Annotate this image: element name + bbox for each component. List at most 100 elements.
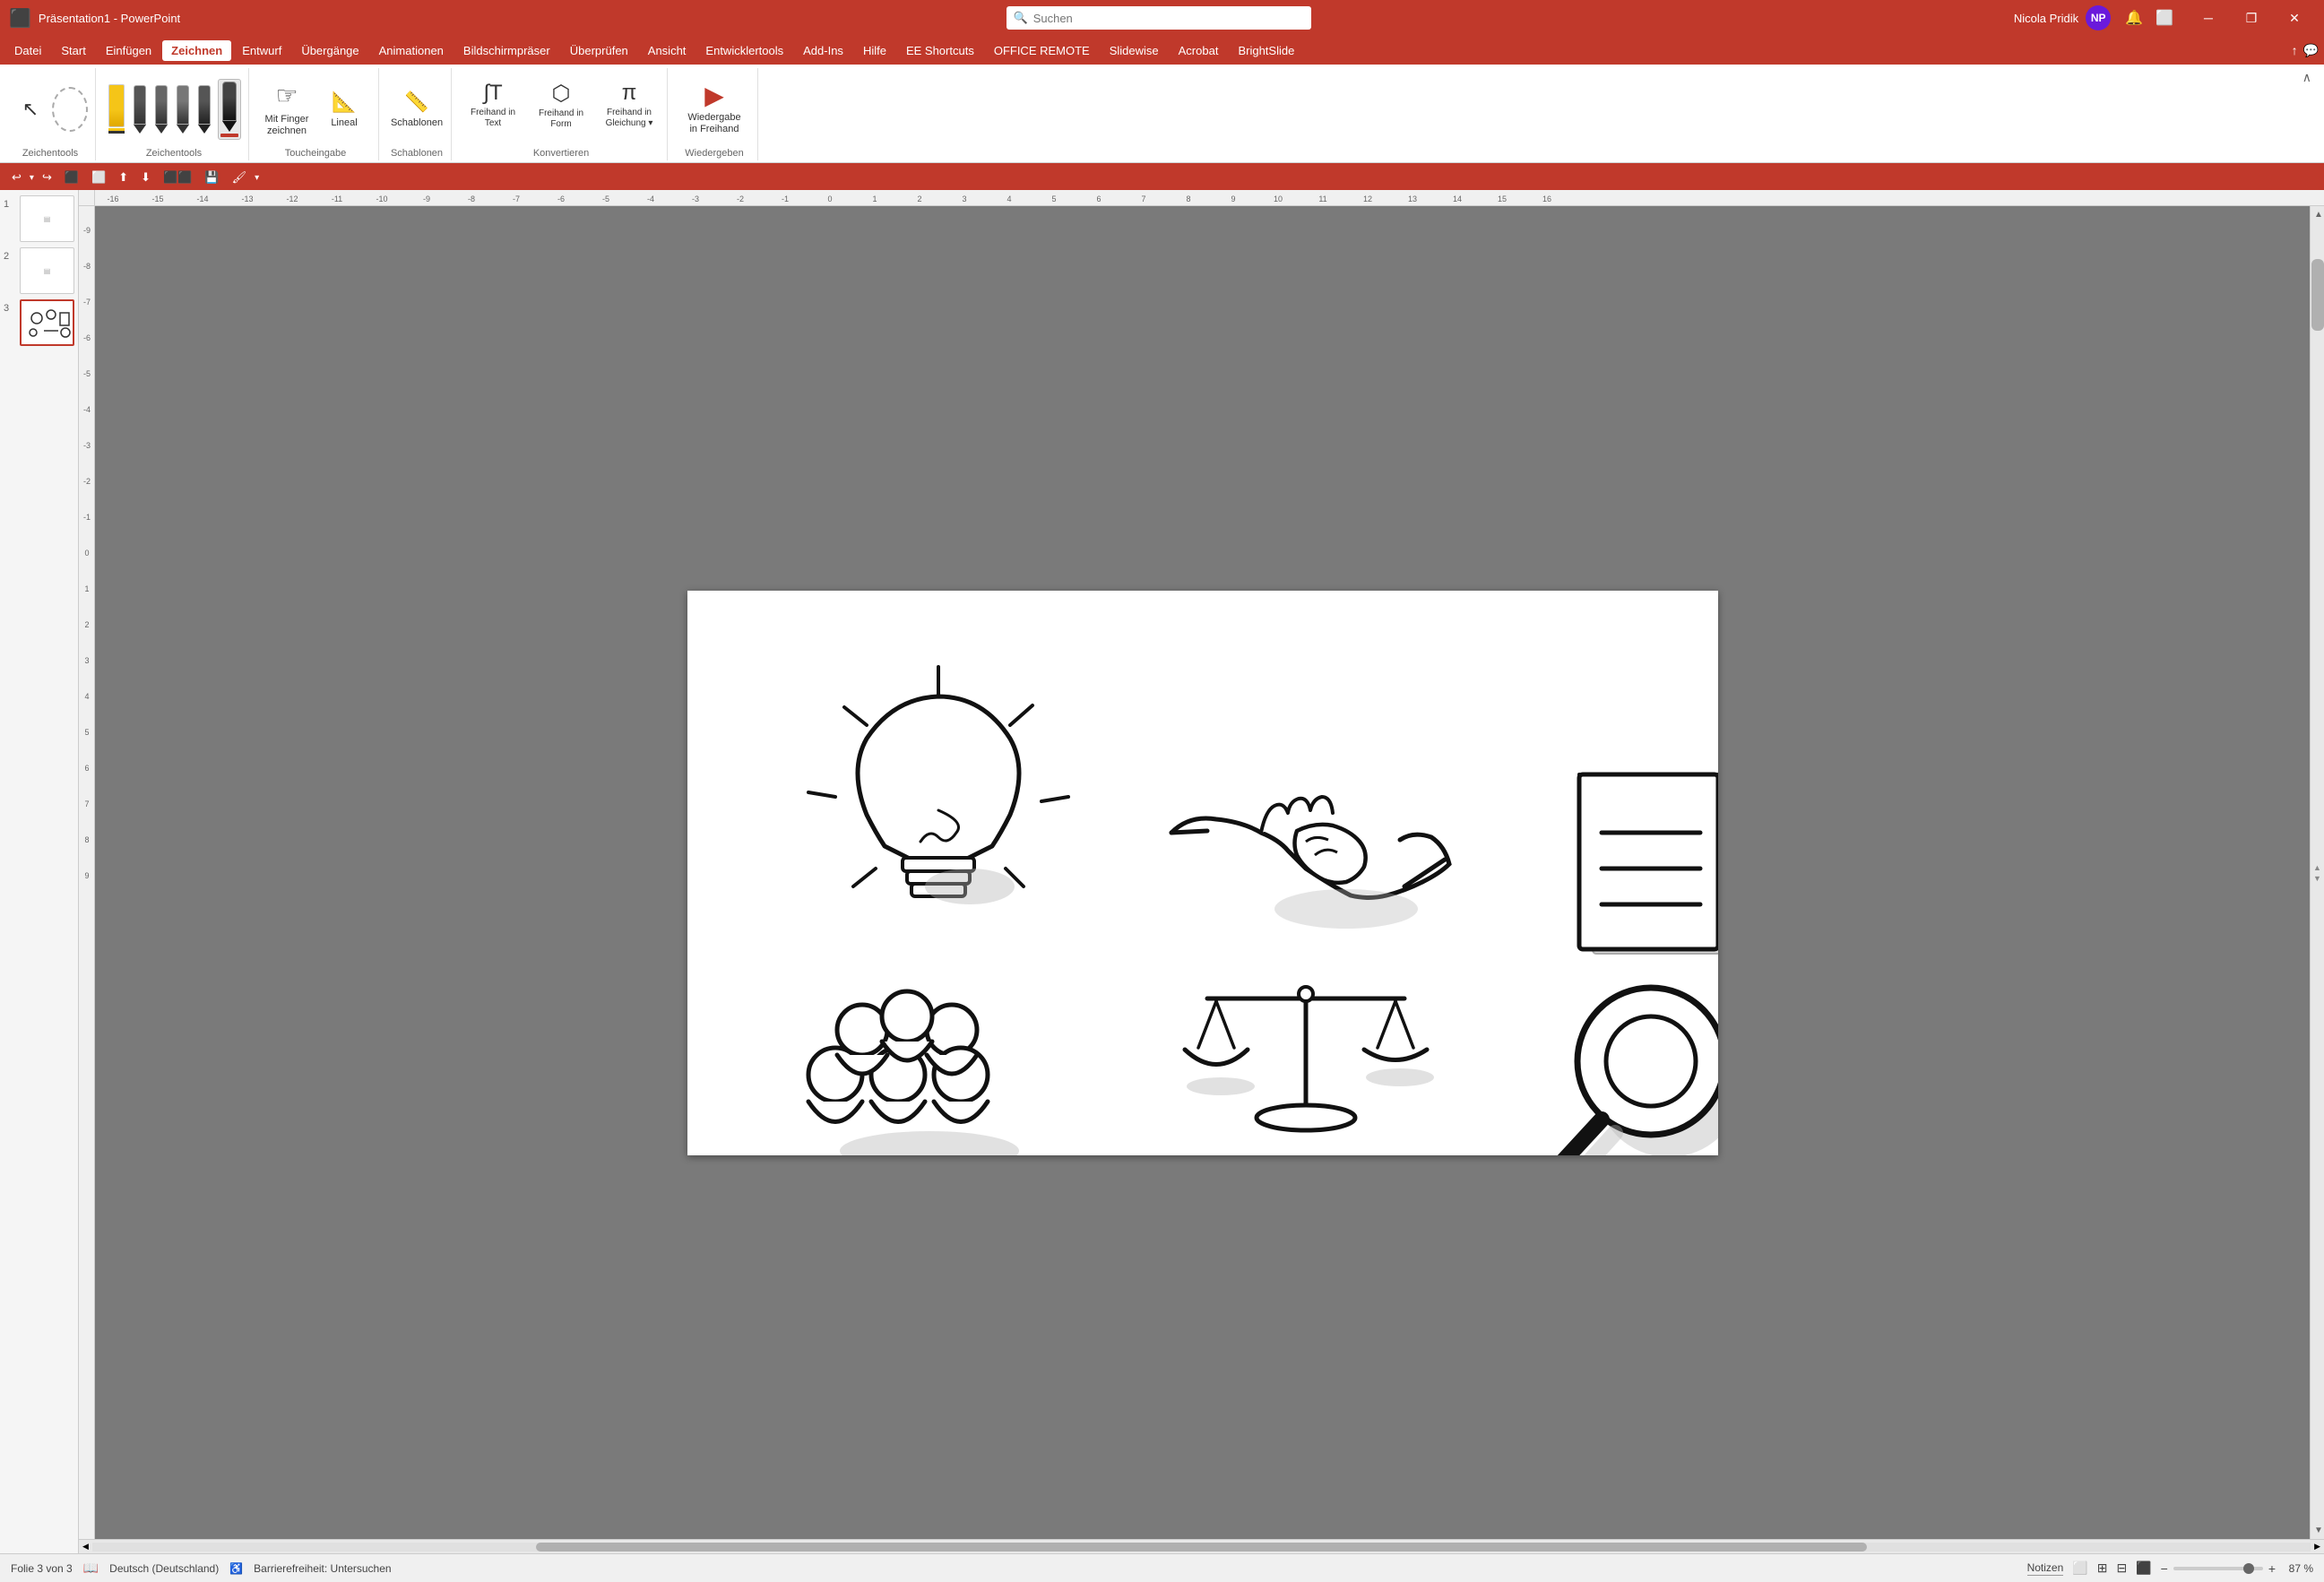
pen-black-3[interactable] xyxy=(175,83,191,135)
menu-uebergaenge[interactable]: Übergänge xyxy=(292,40,367,61)
notifications-icon[interactable]: 🔔 xyxy=(2121,5,2147,30)
slideshow-icon[interactable]: ⬛ xyxy=(2136,1560,2151,1576)
horizontal-scrollbar[interactable]: ◀ ▶ xyxy=(79,1539,2324,1553)
minimize-button[interactable]: ─ xyxy=(2188,4,2229,31)
menu-office-remote[interactable]: OFFICE REMOTE xyxy=(985,40,1099,61)
slide-num-1: 1 xyxy=(4,199,16,210)
ruler-row: -16 -15 -14 -13 -12 -11 -10 -9 -8 -7 -6 … xyxy=(79,190,2324,206)
pen-black-4[interactable] xyxy=(196,83,212,135)
lasso-button[interactable] xyxy=(52,87,88,132)
scroll-track[interactable]: ▲ ▼ xyxy=(2311,223,2324,1522)
move-up2-button[interactable]: ⬇ xyxy=(136,169,155,186)
menu-brightslide[interactable]: BrightSlide xyxy=(1229,40,1303,61)
share-icon[interactable]: ↑ xyxy=(2292,43,2298,57)
finger-draw-button[interactable]: ☞ Mit Fingerzeichnen xyxy=(260,77,314,142)
menu-datei[interactable]: Datei xyxy=(5,40,50,61)
main-area: 1 ▤ 2 ▤ 3 xyxy=(0,190,2324,1553)
document-icon xyxy=(1579,774,1718,954)
menu-ee[interactable]: EE Shortcuts xyxy=(897,40,983,61)
menu-animationen[interactable]: Animationen xyxy=(370,40,453,61)
notes-button[interactable]: Notizen xyxy=(2027,1561,2064,1576)
menu-einfuegen[interactable]: Einfügen xyxy=(97,40,160,61)
slide-preview-1[interactable]: ▤ xyxy=(20,195,74,242)
svg-text:-12: -12 xyxy=(286,195,298,203)
svg-text:2: 2 xyxy=(917,195,921,203)
freehand-text-button[interactable]: ∫T Freihand inText xyxy=(462,77,523,142)
group-label-konvertieren: Konvertieren xyxy=(462,146,660,160)
vertical-scrollbar[interactable]: ▲ ▲ ▼ ▼ xyxy=(2310,206,2324,1539)
reading-view-icon[interactable]: ⊟ xyxy=(2116,1560,2127,1576)
pen-black-2[interactable] xyxy=(153,83,169,135)
menu-ansicht[interactable]: Ansicht xyxy=(639,40,695,61)
undo-dropdown[interactable]: ▾ xyxy=(30,173,34,183)
freehand-eq-button[interactable]: π Freihand inGleichung ▾ xyxy=(599,77,660,142)
playback-button[interactable]: ▶ Wiedergabein Freihand xyxy=(678,77,750,142)
scroll-right-button[interactable]: ▶ xyxy=(2311,1542,2324,1552)
select-button[interactable]: ↖ xyxy=(13,87,48,132)
h-scroll-track[interactable] xyxy=(92,1543,2311,1552)
menu-addins[interactable]: Add-Ins xyxy=(794,40,852,61)
svg-text:-7: -7 xyxy=(83,298,91,307)
scroll-left-button[interactable]: ◀ xyxy=(79,1542,92,1552)
svg-text:7: 7 xyxy=(1141,195,1145,203)
svg-text:1: 1 xyxy=(84,584,89,593)
slide-panel: 1 ▤ 2 ▤ 3 xyxy=(0,190,79,1553)
move-up-button[interactable]: ⬆ xyxy=(114,169,133,186)
format-dropdown[interactable]: ▾ xyxy=(255,173,259,183)
pen-black-1[interactable] xyxy=(132,83,148,135)
undo-button[interactable]: ↩ xyxy=(7,169,26,186)
freehand-form-button[interactable]: ⬡ Freihand inForm xyxy=(531,77,592,142)
redo-button[interactable]: ↪ xyxy=(38,169,56,186)
search-input[interactable] xyxy=(1033,12,1304,25)
menu-bildschirm[interactable]: Bildschirmpräser xyxy=(454,40,559,61)
menu-entwurf[interactable]: Entwurf xyxy=(233,40,290,61)
svg-text:4: 4 xyxy=(1006,195,1011,203)
slide-area[interactable] xyxy=(95,206,2310,1539)
scroll-thumb[interactable] xyxy=(2311,259,2324,331)
close-button[interactable]: ✕ xyxy=(2274,4,2315,31)
slide-preview-2[interactable]: ▤ xyxy=(20,247,74,294)
menu-zeichnen[interactable]: Zeichnen xyxy=(162,40,231,61)
pen-yellow[interactable] xyxy=(107,82,126,135)
grid-view-icon[interactable]: ⊞ xyxy=(2097,1560,2108,1576)
menu-slidewise[interactable]: Slidewise xyxy=(1101,40,1168,61)
ribbon-display-icon[interactable]: ⬜ xyxy=(2152,5,2177,30)
zoom-level[interactable]: 87 % xyxy=(2281,1562,2313,1575)
normal-view-icon[interactable]: ⬜ xyxy=(2072,1560,2087,1576)
scroll-up-button[interactable]: ▲ xyxy=(2311,206,2324,223)
menu-start[interactable]: Start xyxy=(52,40,94,61)
menu-hilfe[interactable]: Hilfe xyxy=(854,40,895,61)
ruler2-icon: 📏 xyxy=(404,91,428,114)
search-box[interactable]: 🔍 xyxy=(1006,6,1311,30)
pen-black-active[interactable] xyxy=(218,79,241,140)
h-scroll-thumb[interactable] xyxy=(536,1543,1867,1552)
menu-acrobat[interactable]: Acrobat xyxy=(1170,40,1228,61)
schablonen-tools: 📏 Schablonen xyxy=(390,72,444,146)
scroll-down-button[interactable]: ▼ xyxy=(2311,1522,2324,1539)
svg-text:14: 14 xyxy=(1453,195,1462,203)
group-button[interactable]: ⬛⬛ xyxy=(159,169,196,186)
ribbon-collapse-button[interactable]: ∧ xyxy=(2297,68,2317,87)
menu-ueberpruefen[interactable]: Überprüfen xyxy=(561,40,637,61)
svg-text:3: 3 xyxy=(962,195,966,203)
zoom-slider[interactable] xyxy=(2173,1567,2263,1570)
save-button[interactable]: 💾 xyxy=(200,169,223,186)
select-tools: ↖ xyxy=(13,72,88,146)
slide-preview-3[interactable] xyxy=(20,299,74,346)
format-painter-button[interactable]: 🖌 xyxy=(228,169,252,186)
comment-icon[interactable]: 💬 xyxy=(2303,43,2319,58)
zoom-thumb[interactable] xyxy=(2243,1563,2254,1574)
layout2-button[interactable]: ⬜ xyxy=(87,169,110,186)
schablonen-button[interactable]: 📏 Schablonen xyxy=(390,77,444,142)
slide-info: Folie 3 von 3 xyxy=(11,1562,73,1575)
window-controls: ─ ❐ ✕ xyxy=(2188,4,2315,31)
title-center: 🔍 xyxy=(1006,6,1318,30)
menu-entwickler[interactable]: Entwicklertools xyxy=(696,40,792,61)
layout-button[interactable]: ⬛ xyxy=(60,169,83,186)
status-bar: Folie 3 von 3 📖 Deutsch (Deutschland) ♿ … xyxy=(0,1553,2324,1582)
zoom-in-button[interactable]: + xyxy=(2268,1561,2276,1576)
avatar[interactable]: NP xyxy=(2086,5,2111,30)
zoom-out-button[interactable]: − xyxy=(2161,1561,2168,1576)
restore-button[interactable]: ❐ xyxy=(2231,4,2272,31)
ruler-button[interactable]: 📐 Lineal xyxy=(317,77,371,142)
